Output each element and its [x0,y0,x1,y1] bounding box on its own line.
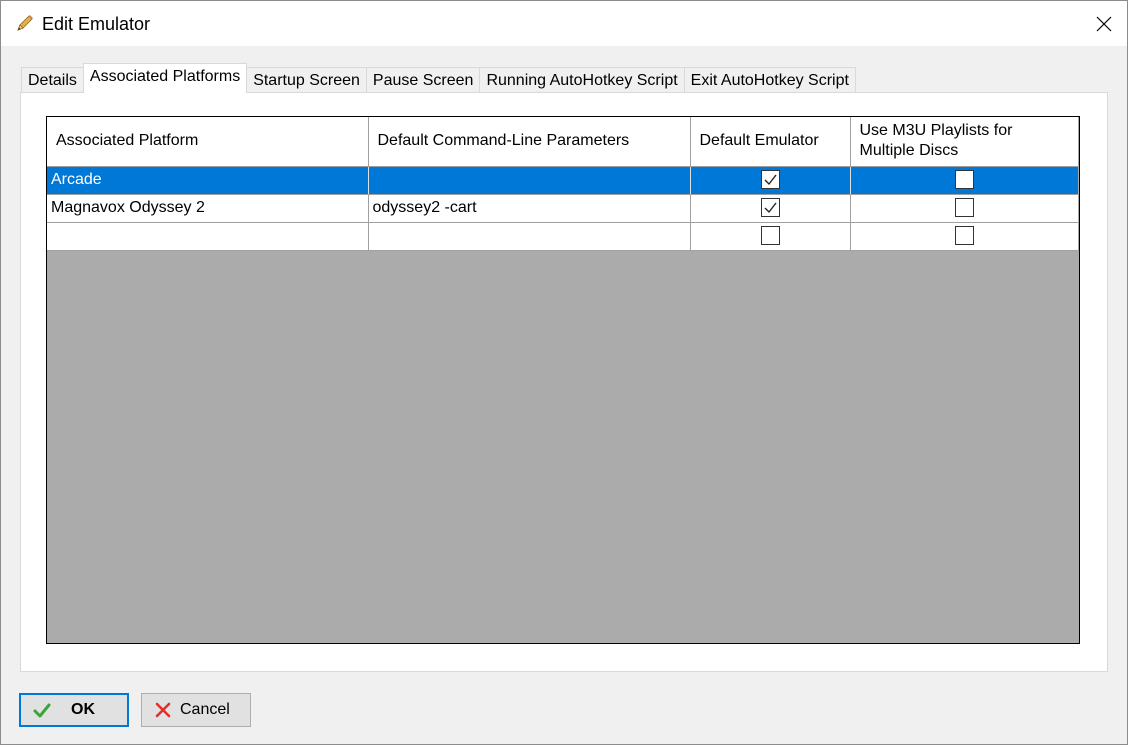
params-cell[interactable] [368,166,691,195]
params-cell[interactable] [368,222,691,251]
checkmark-icon [33,702,51,720]
default-emulator-cell[interactable] [690,194,851,223]
tab-strip: Details Associated Platforms Startup Scr… [21,63,856,93]
ok-button[interactable]: OK [19,693,129,727]
tab-associated-platforms[interactable]: Associated Platforms [82,63,248,93]
use-m3u-checkbox[interactable] [954,170,974,190]
tab-details[interactable]: Details [21,67,84,93]
use-m3u-checkbox[interactable] [954,226,974,246]
use-m3u-cell[interactable] [850,194,1078,223]
table-row[interactable] [47,222,1078,251]
tab-startup-screen[interactable]: Startup Screen [246,67,367,93]
use-m3u-cell[interactable] [850,166,1078,195]
checkmark-icon [764,202,777,214]
close-icon [1096,16,1112,31]
default-emulator-checkbox[interactable] [760,226,780,246]
platform-cell[interactable]: Arcade [47,166,369,195]
platforms-grid: Associated Platform Default Command-Line… [46,116,1080,644]
default-emulator-cell[interactable] [690,166,851,195]
params-cell[interactable]: odyssey2 -cart [368,194,691,223]
table-row[interactable]: Magnavox Odyssey 2 odyssey2 -cart [47,194,1078,223]
title-bar: Edit Emulator [1,1,1127,46]
platform-cell[interactable] [47,222,369,251]
platform-cell[interactable]: Magnavox Odyssey 2 [47,194,369,223]
close-button[interactable] [1081,1,1127,46]
pencil-icon [15,13,35,33]
default-emulator-checkbox[interactable] [760,198,780,218]
default-emulator-cell[interactable] [690,222,851,251]
tab-exit-autohotkey-script[interactable]: Exit AutoHotkey Script [683,67,856,93]
cancel-button-label: Cancel [180,701,230,718]
tab-pause-screen[interactable]: Pause Screen [365,67,481,93]
window-title: Edit Emulator [42,14,151,34]
column-header-use-m3u-playlists[interactable]: Use M3U Playlists for Multiple Discs [850,117,1078,167]
column-header-associated-platform[interactable]: Associated Platform [47,117,369,167]
checkmark-icon [764,174,777,186]
tab-running-autohotkey-script[interactable]: Running AutoHotkey Script [479,67,685,93]
table-row[interactable]: Arcade [47,166,1078,195]
column-header-command-line-parameters[interactable]: Default Command-Line Parameters [368,117,691,167]
cancel-button[interactable]: Cancel [141,693,251,727]
default-emulator-checkbox[interactable] [760,170,780,190]
column-header-default-emulator[interactable]: Default Emulator [690,117,851,167]
use-m3u-checkbox[interactable] [954,198,974,218]
associated-platforms-panel: Associated Platform Default Command-Line… [20,92,1108,672]
x-icon [154,701,172,719]
grid-header-row: Associated Platform Default Command-Line… [47,117,1078,167]
use-m3u-cell[interactable] [850,222,1078,251]
ok-button-label: OK [71,701,95,718]
edit-emulator-dialog: Edit Emulator Details Associated Platfor… [0,0,1128,745]
